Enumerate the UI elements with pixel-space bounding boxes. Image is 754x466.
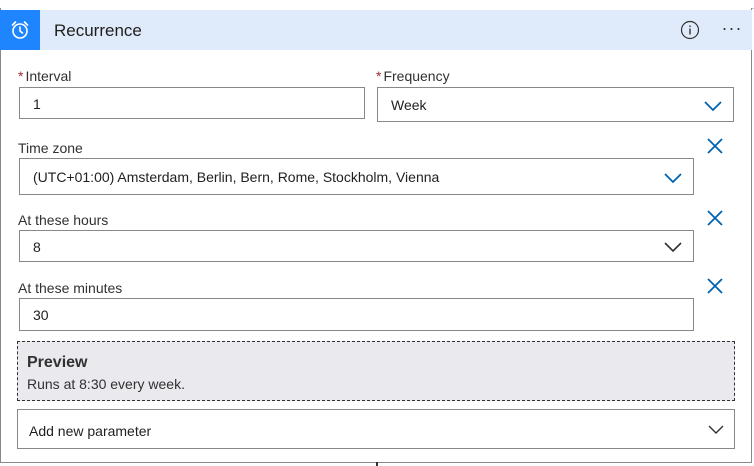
- time-zone-label: Time zone: [18, 140, 83, 156]
- minutes-input[interactable]: 30: [19, 298, 694, 331]
- chevron-down-icon: [664, 242, 682, 253]
- frequency-label-text: Frequency: [383, 68, 450, 84]
- frequency-value: Week: [391, 97, 427, 113]
- required-mark: *: [376, 68, 382, 84]
- chevron-down-icon: [708, 425, 724, 434]
- preview-text: Runs at 8:30 every week.: [27, 376, 185, 392]
- add-parameter-placeholder: Add new parameter: [29, 423, 152, 439]
- chevron-down-icon: [704, 101, 722, 112]
- minutes-value: 30: [33, 307, 49, 323]
- time-zone-value: (UTC+01:00) Amsterdam, Berlin, Bern, Rom…: [33, 169, 440, 185]
- frequency-dropdown[interactable]: Week: [377, 87, 734, 122]
- interval-label: * Interval: [18, 68, 71, 84]
- alarm-clock-icon: [0, 10, 40, 50]
- interval-label-text: Interval: [25, 68, 72, 84]
- more-options-icon[interactable]: ···: [720, 18, 744, 42]
- hours-label: At these hours: [18, 212, 109, 228]
- flow-connector: [376, 462, 378, 466]
- remove-time-zone-icon[interactable]: [706, 137, 724, 155]
- chevron-down-icon: [664, 173, 682, 184]
- preview-box: Preview Runs at 8:30 every week.: [17, 341, 735, 401]
- minutes-label: At these minutes: [18, 280, 123, 296]
- required-mark: *: [18, 68, 24, 84]
- frequency-label: * Frequency: [376, 68, 450, 84]
- interval-input[interactable]: 1: [19, 87, 365, 119]
- card-title: Recurrence: [54, 21, 142, 40]
- hours-dropdown[interactable]: 8: [19, 230, 694, 262]
- hours-value: 8: [33, 239, 41, 255]
- info-icon[interactable]: [680, 20, 700, 40]
- remove-minutes-icon[interactable]: [706, 277, 724, 295]
- interval-value: 1: [33, 96, 41, 112]
- add-parameter-dropdown[interactable]: Add new parameter: [17, 409, 735, 449]
- card-header[interactable]: Recurrence ···: [0, 10, 752, 50]
- remove-hours-icon[interactable]: [706, 209, 724, 227]
- time-zone-dropdown[interactable]: (UTC+01:00) Amsterdam, Berlin, Bern, Rom…: [19, 158, 694, 195]
- preview-title: Preview: [27, 354, 88, 371]
